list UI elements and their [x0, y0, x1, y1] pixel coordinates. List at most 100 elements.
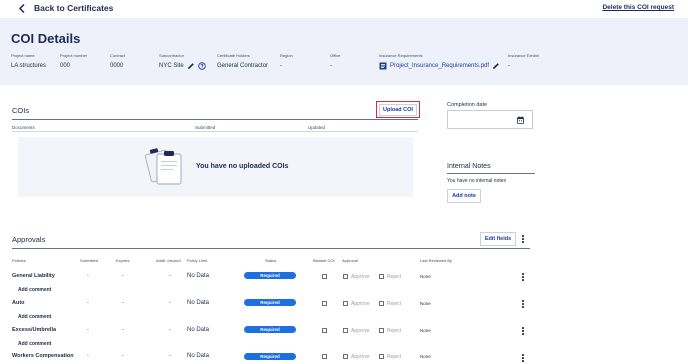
status-badge: Required	[244, 299, 296, 306]
last-reviewed-value: None	[420, 328, 431, 333]
approvals-more-menu-icon[interactable]	[520, 234, 526, 244]
back-label: Back to Certificates	[34, 3, 114, 13]
coi-details-header: COI Details Project name LA structures P…	[0, 18, 688, 85]
document-icon	[379, 62, 387, 70]
edit-fields-button[interactable]: Edit fields	[480, 232, 516, 246]
reject-checkbox[interactable]	[379, 354, 384, 359]
policy-name: Auto	[12, 300, 25, 306]
approve-checkbox[interactable]	[343, 328, 348, 333]
submitted-column-header: Submitted	[195, 125, 216, 130]
row-more-menu-icon[interactable]	[520, 272, 526, 282]
insurance-requirements-label: Insurance Requirements	[379, 53, 423, 58]
contract-value: 0000	[110, 63, 124, 69]
approve-label: Approve	[351, 274, 370, 280]
row-more-menu-icon[interactable]	[520, 299, 526, 309]
blanket-coi-column-header: Blanket COI	[313, 258, 335, 263]
top-bar: Back to Certificates Delete this COI req…	[0, 0, 688, 18]
office-label: Office	[330, 53, 341, 58]
add-comment-link[interactable]: Add comment	[18, 287, 51, 293]
subcontractor-value-group: NYC Site	[159, 62, 206, 70]
additional-insured-value: -	[169, 273, 171, 279]
expires-value: -	[122, 327, 124, 333]
additional-insured-value: -	[169, 353, 171, 359]
submitted-value: -	[87, 353, 89, 359]
submitted-value: -	[87, 300, 89, 306]
expires-column-header: Expires	[116, 258, 130, 263]
back-to-certificates-link[interactable]: Back to Certificates	[18, 3, 113, 13]
policy-name: Excess/Umbrella	[12, 327, 57, 333]
reject-checkbox[interactable]	[379, 328, 384, 333]
documents-column-header: Documents	[12, 125, 35, 130]
blanket-coi-checkbox[interactable]	[322, 354, 327, 359]
policy-limit-value: No Data	[187, 300, 210, 306]
expires-value: -	[122, 300, 124, 306]
help-circle-icon[interactable]	[197, 62, 206, 70]
policy-name: Workers Compensation	[12, 353, 74, 359]
add-comment-link[interactable]: Add comment	[18, 341, 51, 347]
status-column-header: Status	[265, 258, 277, 263]
reject-label: Reject	[387, 274, 402, 280]
status-badge: Required	[244, 353, 296, 360]
policies-column-header: Policies	[12, 258, 26, 263]
row-more-menu-icon[interactable]	[520, 326, 526, 336]
completion-date-input[interactable]	[447, 110, 533, 129]
page-title: COI Details	[11, 31, 81, 46]
reject-checkbox[interactable]	[379, 301, 384, 306]
last-reviewed-value: None	[420, 354, 431, 359]
submitted-column-header: Submitted	[80, 258, 99, 263]
expires-value: -	[122, 353, 124, 359]
last-reviewed-by-column-header: Last Reviewed By	[420, 258, 453, 263]
additional-insured-value: -	[169, 300, 171, 306]
chevron-left-icon	[18, 3, 25, 13]
subcontractor-value: NYC Site	[159, 63, 184, 69]
project-number-label: Project number	[60, 53, 88, 58]
delete-coi-request-link[interactable]: Delete this COI request	[602, 4, 674, 11]
office-value: -	[330, 63, 332, 69]
insurance-requirements-file-link[interactable]: Project_Insurance_Requirements.pdf	[390, 63, 489, 69]
cois-divider	[12, 119, 418, 120]
updated-column-header: Updated	[308, 125, 326, 130]
additional-insured-column-header: Addtl. Insured	[156, 258, 181, 263]
add-comment-link[interactable]: Add comment	[18, 314, 51, 320]
approvals-section-title: Approvals	[12, 235, 46, 244]
approve-checkbox[interactable]	[343, 301, 348, 306]
status-badge: Required	[244, 272, 296, 279]
submitted-value: -	[87, 327, 89, 333]
reject-label: Reject	[387, 301, 402, 307]
project-number-value: 000	[60, 63, 71, 69]
approve-label: Approve	[351, 301, 370, 307]
approve-checkbox[interactable]	[343, 274, 348, 279]
project-name-value: LA structures	[11, 63, 47, 69]
completion-date-label: Completion date	[447, 102, 488, 108]
policy-limit-value: No Data	[187, 327, 210, 333]
blanket-coi-checkbox[interactable]	[322, 274, 327, 279]
insurance-exhibit-label: Insurance Exhibit	[508, 53, 539, 58]
calendar-icon[interactable]	[517, 116, 524, 124]
certificate-holders-value: General Contractor	[217, 63, 269, 69]
cois-header-divider	[12, 131, 418, 132]
approve-label: Approve	[351, 328, 370, 334]
pencil-icon[interactable]	[492, 62, 500, 70]
reject-checkbox[interactable]	[379, 274, 384, 279]
internal-notes-divider	[447, 173, 535, 174]
blanket-coi-checkbox[interactable]	[322, 301, 327, 306]
pencil-icon[interactable]	[187, 62, 195, 70]
reject-label: Reject	[387, 354, 402, 360]
internal-notes-title: Internal Notes	[447, 163, 491, 170]
subcontractor-label: Subcontractor	[159, 53, 184, 58]
approve-checkbox[interactable]	[343, 354, 348, 359]
approval-column-header: Approval	[342, 258, 358, 263]
blanket-coi-checkbox[interactable]	[322, 328, 327, 333]
empty-documents-icon	[145, 148, 182, 185]
upload-coi-button[interactable]: Upload COI	[376, 101, 420, 118]
upload-coi-label: Upload COI	[379, 103, 417, 116]
add-note-button[interactable]: Add note	[447, 189, 481, 203]
policy-limit-column-header: Policy Limit	[187, 258, 208, 263]
reject-label: Reject	[387, 328, 402, 334]
policy-name: General Liability	[12, 273, 55, 279]
approvals-divider	[12, 248, 530, 249]
no-cois-message: You have no uploaded COIs	[196, 163, 289, 170]
last-reviewed-value: None	[420, 274, 431, 279]
insurance-requirements-group: Project_Insurance_Requirements.pdf	[379, 62, 500, 70]
row-more-menu-icon[interactable]	[520, 353, 526, 363]
